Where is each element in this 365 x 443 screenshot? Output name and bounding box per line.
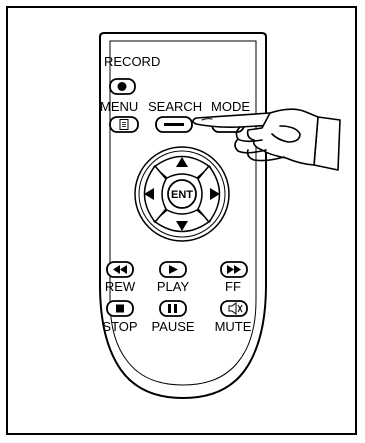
search-button[interactable] [155,116,193,133]
record-label: RECORD [104,54,160,69]
ff-button[interactable] [220,261,248,278]
ent-button[interactable]: ENT [167,179,197,209]
stop-button[interactable] [106,300,134,317]
menu-label: MENU [100,99,138,114]
pause-label: PAUSE [151,319,194,334]
record-button[interactable] [109,78,136,95]
mute-button[interactable] [220,300,248,317]
rew-button[interactable] [106,261,134,278]
play-button[interactable] [159,261,187,278]
search-icon [164,123,184,126]
pause-button[interactable] [159,300,187,317]
play-label: PLAY [157,279,190,294]
mode-label: MODE [211,99,250,114]
ent-label: ENT [171,189,193,201]
stop-icon [116,304,124,313]
menu-button[interactable] [109,116,139,133]
record-icon [117,82,127,91]
dpad: ENT [134,146,230,242]
ff-label: FF [225,279,241,294]
stop-label: STOP [102,319,137,334]
menu-icon [119,119,129,130]
mute-label: MUTE [215,319,252,334]
remote-diagram: RECORD MENU SEARCH MODE ENT REW PLAY FF … [99,32,341,400]
rew-label: REW [105,279,136,294]
search-label: SEARCH [148,99,202,114]
